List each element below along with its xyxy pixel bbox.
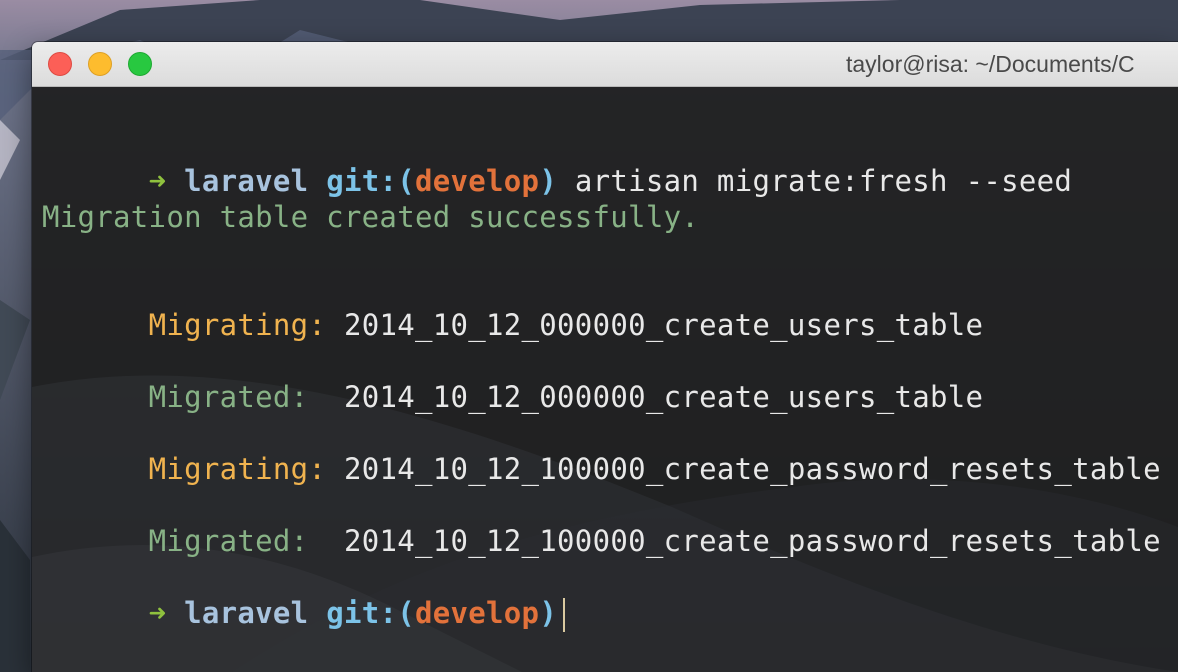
prompt-directory: laravel bbox=[184, 164, 309, 198]
terminal-output[interactable]: ➜ laravel git:(develop) artisan migrate:… bbox=[32, 87, 1178, 672]
output-line-migration-table: Migration table created successfully. bbox=[42, 200, 700, 234]
status-label: Migrated: bbox=[148, 380, 309, 414]
title-bar[interactable]: taylor@risa: ~/Documents/C bbox=[32, 42, 1178, 87]
status-label: Migrating: bbox=[148, 308, 327, 342]
command-line-2[interactable]: ➜ laravel git:(develop) bbox=[42, 559, 566, 668]
prompt-arrow-icon: ➜ bbox=[148, 164, 167, 198]
migration-name: 2014_10_12_100000_create_password_resets… bbox=[343, 452, 1161, 486]
text-cursor bbox=[563, 598, 566, 632]
prompt-git-prefix: git:( bbox=[326, 596, 415, 630]
command-text: artisan migrate:fresh --seed bbox=[574, 164, 1073, 198]
prompt-git-prefix: git:( bbox=[326, 164, 415, 198]
window-title: taylor@risa: ~/Documents/C bbox=[846, 51, 1135, 77]
minimize-button[interactable] bbox=[88, 52, 112, 76]
close-button[interactable] bbox=[48, 52, 72, 76]
migration-name: 2014_10_12_100000_create_password_resets… bbox=[343, 524, 1161, 558]
status-label: Migrating: bbox=[148, 452, 327, 486]
prompt-branch: develop bbox=[415, 164, 540, 198]
migration-name: 2014_10_12_000000_create_users_table bbox=[343, 308, 984, 342]
migration-name: 2014_10_12_000000_create_users_table bbox=[343, 380, 984, 414]
zoom-button[interactable] bbox=[128, 52, 152, 76]
prompt-branch: develop bbox=[415, 596, 540, 630]
prompt-directory: laravel bbox=[184, 596, 309, 630]
status-label: Migrated: bbox=[148, 524, 309, 558]
prompt-arrow-icon: ➜ bbox=[148, 596, 167, 630]
prompt-git-suffix: ) bbox=[539, 164, 558, 198]
terminal-window: taylor@risa: ~/Documents/C ➜ laravel git… bbox=[32, 42, 1178, 672]
prompt-git-suffix: ) bbox=[539, 596, 558, 630]
